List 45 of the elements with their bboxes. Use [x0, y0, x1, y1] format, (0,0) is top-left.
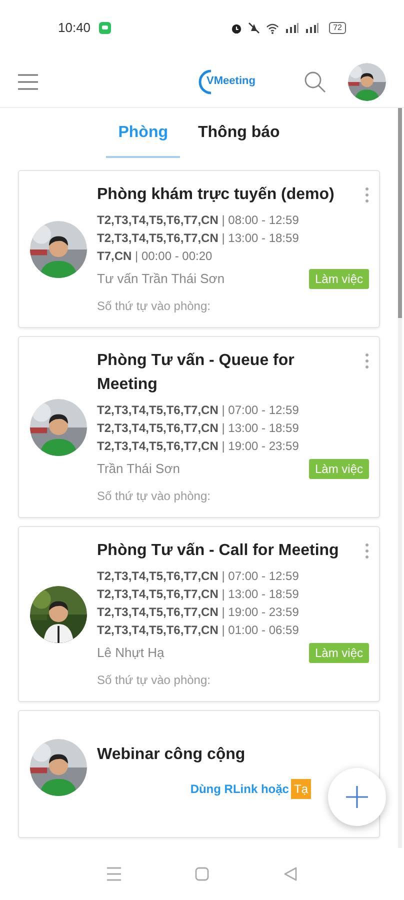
room-title: Webinar công cộng [97, 745, 246, 765]
more-options-icon[interactable] [365, 187, 369, 203]
schedule-line: T2,T3,T4,T5,T6,T7,CN | 19:00 - 23:59 [97, 438, 300, 455]
status-time: 10:40 [58, 19, 91, 38]
schedule-line: T2,T3,T4,T5,T6,T7,CN | 19:00 - 23:59 [97, 604, 300, 621]
host-name: Tư vấn Trần Thái Sơn [97, 270, 225, 288]
status-badge: Làm việc [308, 643, 369, 663]
queue-label: Số thứ tự vào phòng: [97, 298, 212, 315]
signal-icon [305, 23, 320, 33]
room-title: Phòng Tư vấn - Call for Meeting [97, 541, 339, 561]
schedule-line: T2,T3,T4,T5,T6,T7,CN | 07:00 - 12:59 [97, 568, 300, 585]
plus-icon [346, 786, 368, 808]
status-badge: Làm việc [308, 459, 369, 479]
signal-icon [285, 23, 300, 33]
schedule-line: T2,T3,T4,T5,T6,T7,CN | 13:00 - 18:59 [97, 420, 300, 437]
message-icon [98, 22, 111, 34]
schedule-line: T7,CN | 00:00 - 00:20 [97, 248, 214, 265]
room-title: Phòng Tư vấn - Queue for Meeting [97, 351, 296, 395]
battery-indicator: 72 [329, 22, 346, 34]
queue-label: Số thứ tự vào phòng: [97, 672, 212, 689]
schedule-line: T2,T3,T4,T5,T6,T7,CN | 13:00 - 18:59 [97, 230, 300, 247]
search-icon[interactable] [304, 70, 326, 92]
host-name: Trần Thái Sơn [97, 460, 180, 478]
more-options-icon[interactable] [365, 543, 369, 559]
menu-icon[interactable] [18, 74, 38, 90]
more-options-icon[interactable] [365, 353, 369, 369]
room-card[interactable]: Phòng khám trực tuyến (demo) T2,T3,T4,T5,T6,T7,CN | 08:00 - 12:59 T2,T3,T4,T5,T6,T7,CN | 13:00 - 18:59 T7,CN | 00:00 - 00:20 Tư vấn Trần Thái Sơn Làm việc Số thứ tự vào phòng: [18, 170, 380, 328]
home-icon[interactable] [195, 867, 210, 881]
schedule-line: T2,T3,T4,T5,T6,T7,CN | 08:00 - 12:59 [97, 212, 300, 229]
tab[interactable]: Thông báo [186, 118, 292, 158]
room-title: Phòng khám trực tuyến (demo) [97, 185, 334, 205]
schedule-line: T2,T3,T4,T5,T6,T7,CN | 07:00 - 12:59 [97, 402, 300, 419]
queue-label: Số thứ tự vào phòng: [97, 488, 212, 505]
room-card[interactable] [18, 526, 380, 702]
schedule-line: T2,T3,T4,T5,T6,T7,CN | 13:00 - 18:59 [97, 586, 300, 603]
wifi-icon [266, 22, 280, 34]
app-logo: VMeeting [196, 68, 256, 94]
host-name: Lê Nhựt Hạ [97, 644, 164, 662]
alarm-icon [231, 22, 242, 34]
status-badge: Làm việc [308, 269, 369, 289]
menu-icon[interactable] [107, 867, 122, 881]
mute-icon [248, 22, 260, 34]
room-card[interactable]: Phòng Tư vấn - Queue for Meeting T2,T3,T4,T5,T6,T7,CN | 07:00 - 12:59 T2,T3,T4,T5,T6,T7,CN | 13:00 - 18:59 T2,T3,T4,T5,T6,T7,CN | 19:00 - 23:59 Trần Thái Sơn Làm việc Số thứ tự vào phòng: [18, 336, 380, 518]
back-icon[interactable] [284, 867, 297, 881]
schedule-line: T2,T3,T4,T5,T6,T7,CN | 01:00 - 06:59 [97, 622, 300, 639]
